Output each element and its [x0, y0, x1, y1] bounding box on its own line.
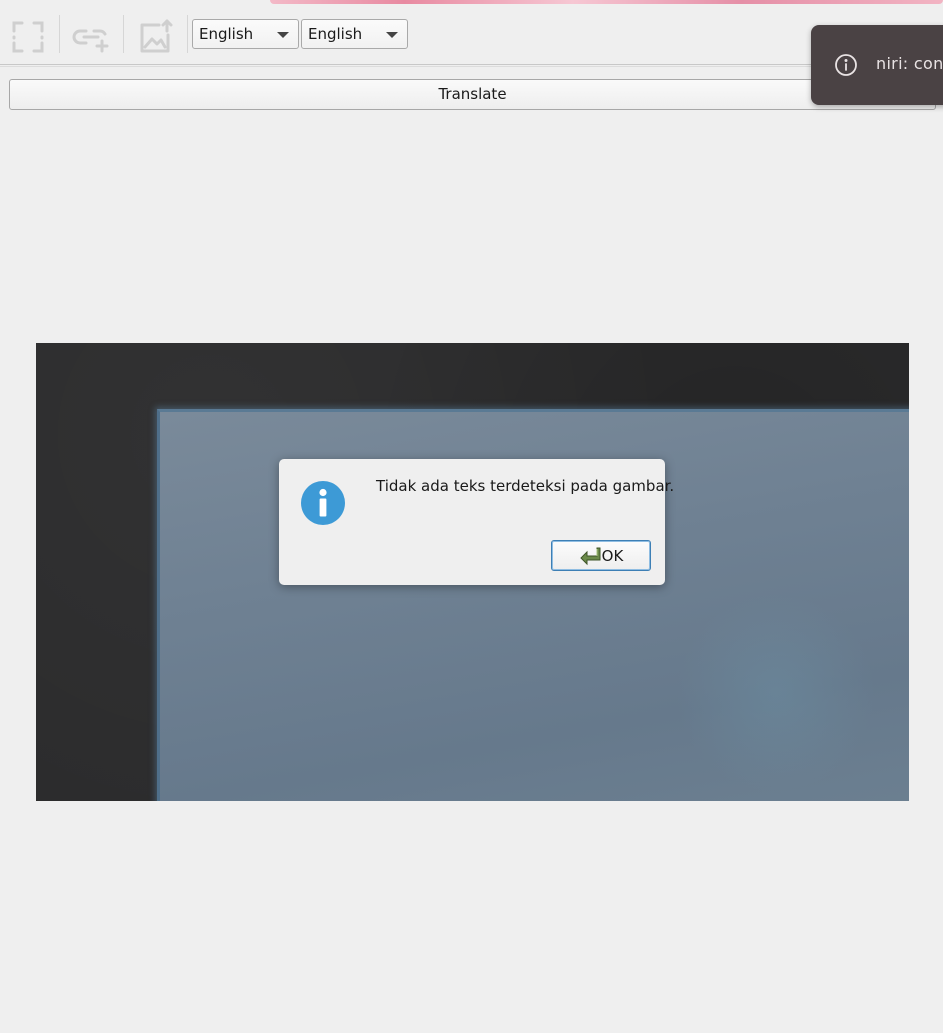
enter-arrow-icon	[579, 547, 601, 565]
target-language-value: English	[308, 25, 363, 43]
message-dialog: Tidak ada teks terdeteksi pada gambar. O…	[279, 459, 674, 585]
toolbar-divider	[187, 15, 188, 53]
info-icon	[301, 481, 345, 525]
target-language-select[interactable]: English	[301, 19, 408, 49]
image-upload-icon[interactable]	[136, 17, 176, 57]
info-circle-icon	[835, 54, 857, 76]
link-add-icon[interactable]	[72, 17, 112, 57]
source-language-select[interactable]: English	[192, 19, 299, 49]
wallpaper-peek	[270, 0, 943, 4]
toolbar-divider	[123, 15, 124, 53]
system-notification[interactable]: niri: con	[811, 25, 943, 105]
ok-button-label: OK	[601, 546, 624, 565]
source-language-value: English	[199, 25, 254, 43]
app-window: English English Translate niri: con Tida…	[0, 0, 943, 1033]
toolbar-divider	[59, 15, 60, 53]
fullscreen-capture-icon[interactable]	[8, 17, 48, 57]
chevron-down-icon	[386, 32, 398, 38]
toolbar-separator	[0, 64, 943, 67]
image-glow	[676, 593, 876, 793]
notification-text: niri: con	[876, 54, 943, 73]
chevron-down-icon	[277, 32, 289, 38]
ok-button[interactable]: OK	[551, 540, 651, 571]
toolbar: English English	[0, 5, 943, 64]
dialog-message: Tidak ada teks terdeteksi pada gambar.	[376, 477, 675, 495]
translate-button[interactable]: Translate	[9, 79, 936, 110]
